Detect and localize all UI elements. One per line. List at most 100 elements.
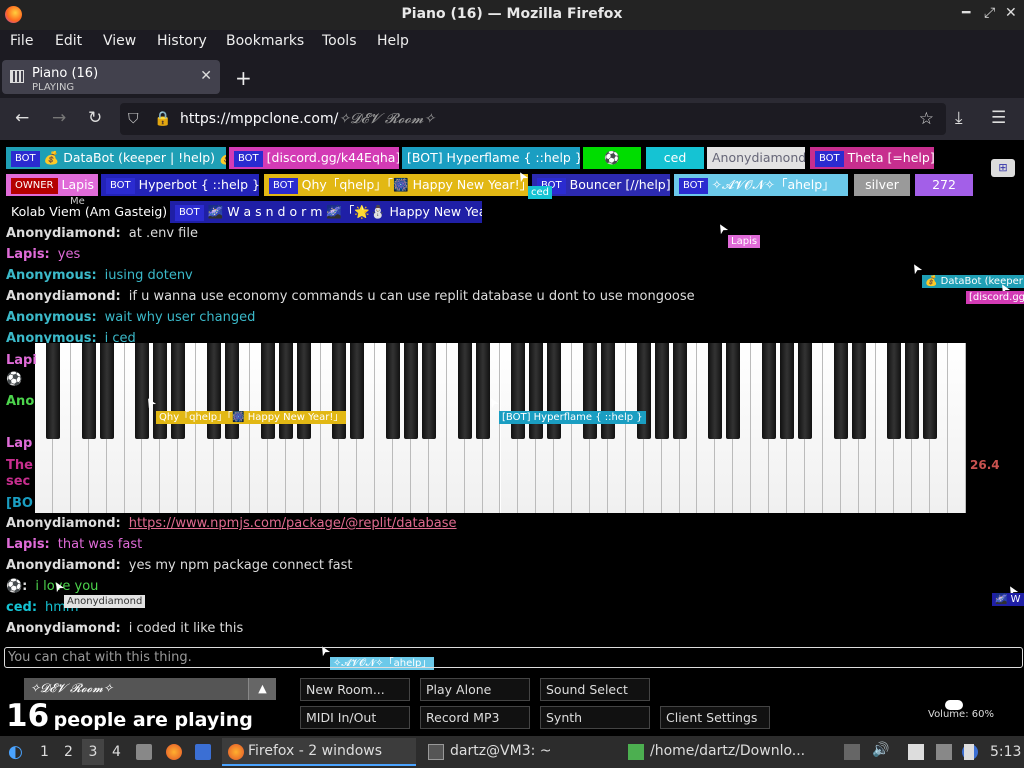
black-key[interactable] (421, 343, 436, 439)
black-key[interactable] (171, 343, 186, 439)
black-key[interactable] (403, 343, 418, 439)
speaker-icon[interactable]: 🔊 (872, 742, 889, 758)
black-key[interactable] (762, 343, 777, 439)
menu-help[interactable]: Help (377, 33, 409, 49)
toggle-icon[interactable]: ⊞ (991, 159, 1015, 177)
black-key[interactable] (207, 343, 222, 439)
play-alone-button[interactable]: Play Alone (420, 678, 530, 701)
black-key[interactable] (851, 343, 866, 439)
black-key[interactable] (905, 343, 920, 439)
black-key[interactable] (475, 343, 490, 439)
clipboard-icon[interactable] (908, 744, 924, 760)
workspace-3[interactable]: 3 (82, 739, 104, 765)
piano-keyboard[interactable] (35, 343, 966, 513)
chat-text[interactable]: https://www.npmjs.com/package/@replit/da… (129, 516, 457, 531)
new-tab-button[interactable]: + (235, 66, 252, 90)
maximize-icon[interactable]: ⤢ (984, 5, 995, 21)
black-key[interactable] (636, 343, 651, 439)
black-key[interactable] (833, 343, 848, 439)
black-key[interactable] (332, 343, 347, 439)
black-key[interactable] (654, 343, 669, 439)
chevron-up-icon[interactable]: ▲ (248, 678, 276, 700)
white-key[interactable] (948, 343, 966, 513)
black-key[interactable] (81, 343, 96, 439)
network-icon[interactable] (936, 744, 952, 760)
menu-bookmarks[interactable]: Bookmarks (226, 33, 304, 49)
user-tag[interactable]: Kolab Viem (Am Gasteig) (6, 201, 166, 223)
minimize-icon[interactable]: ━ (962, 5, 970, 21)
back-icon[interactable]: ← (15, 108, 29, 128)
new-room-button[interactable]: New Room... (300, 678, 410, 701)
black-key[interactable] (797, 343, 812, 439)
user-tag[interactable]: BOT 💰 DataBot (keeper | !help) 💰 (6, 147, 226, 169)
user-tag[interactable]: [BOT] Hyperflame { ::help } (402, 147, 580, 169)
client-settings-button[interactable]: Client Settings (660, 706, 770, 729)
shield-icon[interactable]: ⛉ (128, 111, 139, 127)
black-key[interactable] (99, 343, 114, 439)
workspace-4[interactable]: 4 (112, 744, 121, 760)
user-tag[interactable]: BOTBouncer [//help] (532, 174, 670, 196)
tray-icon[interactable] (844, 744, 860, 760)
record-mp3-button[interactable]: Record MP3 (420, 706, 530, 729)
midi-button[interactable]: MIDI In/Out (300, 706, 410, 729)
black-key[interactable] (672, 343, 687, 439)
black-key[interactable] (547, 343, 562, 439)
user-tag[interactable]: BOT Theta [=help] (810, 147, 934, 169)
black-key[interactable] (887, 343, 902, 439)
bookmark-star-icon[interactable]: ☆ (919, 109, 934, 129)
menu-hamburger-icon[interactable]: ☰ (991, 108, 1006, 128)
menu-history[interactable]: History (157, 33, 207, 49)
black-key[interactable] (726, 343, 741, 439)
user-tag[interactable]: Anonydiamond (707, 147, 805, 169)
user-tag[interactable]: BOT Hyperbot { ::help } (101, 174, 259, 196)
black-key[interactable] (457, 343, 472, 439)
black-key[interactable] (386, 343, 401, 439)
reload-icon[interactable]: ↻ (88, 108, 102, 128)
sound-select-button[interactable]: Sound Select (540, 678, 650, 701)
menu-edit[interactable]: Edit (55, 33, 82, 49)
user-tag[interactable]: BOT [discord.gg/k44Eqha] (229, 147, 399, 169)
close-icon[interactable]: ✕ (1005, 5, 1017, 21)
forward-icon[interactable]: → (52, 108, 66, 128)
user-tag[interactable]: 272 (915, 174, 973, 196)
menu-view[interactable]: View (103, 33, 136, 49)
files-icon[interactable] (136, 744, 152, 760)
black-key[interactable] (708, 343, 723, 439)
menu-tools[interactable]: Tools (322, 33, 357, 49)
black-key[interactable] (45, 343, 60, 439)
user-tag[interactable]: BOT Qhy「qhelp」「🎆 Happy New Year!」 (264, 174, 528, 196)
black-key[interactable] (135, 343, 150, 439)
user-tag[interactable]: ced (646, 147, 704, 169)
black-key[interactable] (350, 343, 365, 439)
black-key[interactable] (296, 343, 311, 439)
black-key[interactable] (583, 343, 598, 439)
black-key[interactable] (779, 343, 794, 439)
synth-button[interactable]: Synth (540, 706, 650, 729)
task-files[interactable]: /home/dartz/Downlo... (624, 738, 818, 766)
user-tag[interactable]: BOT ✧𝓐𝓥𝓞𝓝✧「ahelp」 (674, 174, 848, 196)
lock-icon[interactable]: 🔒 (154, 111, 171, 127)
black-key[interactable] (600, 343, 615, 439)
user-tag[interactable]: OWNER Lapis (6, 174, 98, 196)
task-firefox[interactable]: Firefox - 2 windows (222, 738, 416, 766)
black-key[interactable] (278, 343, 293, 439)
workspace-2[interactable]: 2 (64, 744, 73, 760)
task-terminal[interactable]: dartz@VM3: ~ (424, 738, 620, 766)
chat-input[interactable]: You can chat with this thing. (4, 647, 1023, 668)
window-icon[interactable] (195, 744, 211, 760)
download-icon[interactable]: ⤓ (955, 108, 963, 128)
battery-icon[interactable] (964, 744, 974, 760)
black-key[interactable] (923, 343, 938, 439)
firefox-launcher-icon[interactable] (166, 744, 182, 760)
black-key[interactable] (529, 343, 544, 439)
menu-file[interactable]: File (10, 33, 33, 49)
tab-piano[interactable]: Piano (16) PLAYING ✕ (2, 60, 220, 94)
workspace-1[interactable]: 1 (40, 744, 49, 760)
tab-close-icon[interactable]: ✕ (200, 68, 212, 84)
user-tag[interactable]: ⚽ (583, 147, 641, 169)
black-key[interactable] (511, 343, 526, 439)
user-tag[interactable]: silver (854, 174, 910, 196)
url-bar[interactable]: ⛉ 🔒 https://mppclone.com/✧𝓓𝓔𝓥 𝓡𝓸𝓸𝓶✧ ☆ (120, 103, 946, 135)
user-tag[interactable]: BOT🌌 W a s n d o r m 🌌「🌟⛄ Happy New Year… (170, 201, 482, 223)
start-menu-icon[interactable]: ◐ (8, 742, 23, 762)
